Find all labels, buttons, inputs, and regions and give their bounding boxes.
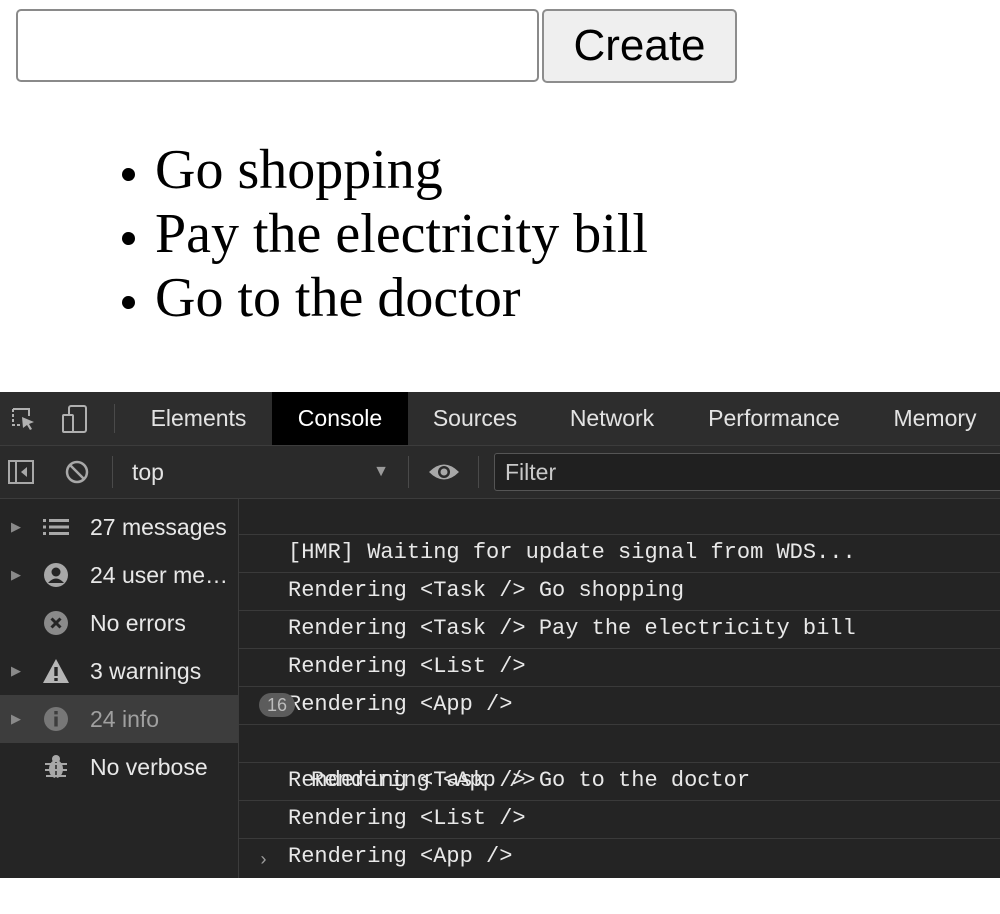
tab-sources[interactable]: Sources — [416, 392, 534, 445]
inspect-element-icon[interactable] — [4, 392, 42, 445]
tab-console[interactable]: Console — [272, 392, 408, 445]
task-item: Pay the electricity bill — [155, 202, 648, 266]
console-prompt-icon[interactable]: › — [258, 851, 269, 871]
eye-icon[interactable] — [424, 446, 464, 498]
sidebar-item-messages[interactable]: ▶ 27 messages — [0, 503, 238, 551]
sidebar-item-label: No verbose — [90, 754, 208, 780]
console-output: [HMR] Waiting for update signal from WDS… — [239, 499, 1000, 878]
message-text: Rendering <App /> — [288, 844, 513, 869]
user-icon — [42, 561, 70, 589]
console-message[interactable]: Rendering <Task /> Go to the doctor — [239, 724, 1000, 793]
todo-app: Create Go shopping Pay the electricity b… — [0, 0, 1000, 392]
filter-placeholder: Filter — [505, 459, 557, 485]
info-icon — [42, 705, 70, 733]
expand-arrow-icon[interactable]: ▶ — [11, 663, 21, 679]
sidebar-item-label: 27 messages — [90, 514, 227, 540]
console-message[interactable]: Rendering <Task /> Pay the electricity b… — [239, 572, 1000, 641]
devtools-tabbar: Elements Console Sources Network Perform… — [0, 392, 1000, 446]
clear-console-icon[interactable] — [60, 446, 94, 498]
sidebar-toggle-icon[interactable] — [4, 446, 38, 498]
console-message[interactable]: Rendering <App /> — [239, 648, 1000, 717]
sidebar-item-label: 24 user me… — [90, 562, 229, 588]
task-item: Go shopping — [155, 138, 648, 202]
console-toolbar: top ▼ Filter — [0, 446, 1000, 499]
filter-input[interactable]: Filter — [494, 453, 1000, 491]
sidebar-item-label: 3 warnings — [90, 658, 202, 684]
task-input[interactable] — [16, 9, 539, 82]
context-value: top — [132, 459, 164, 485]
device-toolbar-icon[interactable] — [56, 392, 94, 445]
repeat-count-badge: 16 — [259, 693, 295, 717]
console-message[interactable]: Rendering <List /> — [239, 610, 1000, 679]
sidebar-item-info[interactable]: ▶ 24 info — [0, 695, 238, 743]
context-select[interactable]: top ▼ — [118, 446, 403, 498]
task-item: Go to the doctor — [155, 266, 648, 330]
toolbar-divider — [112, 456, 113, 488]
console-message[interactable]: Rendering <App /> — [239, 800, 1000, 869]
console-sidebar: ▶ 27 messages ▶ 24 user me… No errors ▶ … — [0, 499, 239, 878]
tab-network[interactable]: Network — [552, 392, 672, 445]
tab-elements[interactable]: Elements — [134, 392, 263, 445]
expand-arrow-icon[interactable]: ▶ — [11, 711, 21, 727]
sidebar-item-verbose[interactable]: No verbose — [0, 743, 238, 791]
console-message[interactable]: [HMR] Waiting for update signal from WDS… — [239, 496, 1000, 565]
sidebar-item-label: 24 info — [90, 706, 160, 732]
warning-icon — [42, 657, 70, 685]
console-message[interactable]: Rendering <List /> — [239, 762, 1000, 831]
toolbar-divider — [478, 456, 479, 488]
console-message[interactable]: 16 Rendering <App /> — [239, 686, 1000, 793]
tab-memory[interactable]: Memory — [876, 392, 994, 445]
tabbar-divider — [114, 404, 115, 433]
bug-icon — [42, 753, 70, 781]
sidebar-item-label: No errors — [90, 610, 186, 636]
expand-arrow-icon[interactable]: ▶ — [11, 567, 21, 583]
console-message[interactable]: Rendering <Task /> Go shopping — [239, 534, 1000, 603]
create-button[interactable]: Create — [542, 9, 737, 83]
list-icon — [42, 513, 70, 541]
tab-performance[interactable]: Performance — [690, 392, 858, 445]
sidebar-item-errors[interactable]: No errors — [0, 599, 238, 647]
error-icon — [42, 609, 70, 637]
expand-arrow-icon[interactable]: ▶ — [11, 519, 21, 535]
task-list: Go shopping Pay the electricity bill Go … — [0, 138, 648, 330]
dropdown-arrow-icon: ▼ — [373, 463, 389, 480]
sidebar-item-warnings[interactable]: ▶ 3 warnings — [0, 647, 238, 695]
devtools-panel: Elements Console Sources Network Perform… — [0, 392, 1000, 878]
sidebar-item-user-messages[interactable]: ▶ 24 user me… — [0, 551, 238, 599]
toolbar-divider — [408, 456, 409, 488]
